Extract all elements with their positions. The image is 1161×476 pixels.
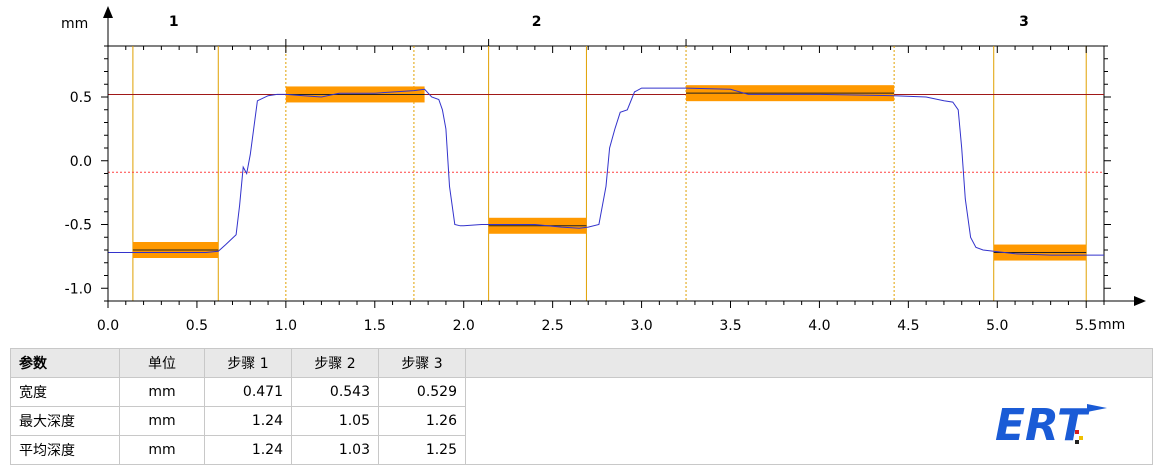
header-unit: 单位 xyxy=(119,348,205,378)
logo-arrow-icon xyxy=(1087,404,1107,412)
x-tick-label: 3.0 xyxy=(630,318,652,334)
x-tick-label: 0.5 xyxy=(186,318,208,334)
profile-chart: 0.0 0.5 1.0 1.5 2.0 2.5 3.0 3.5 4.0 4.5 5.0 5.5 -1.… xyxy=(61,6,1146,334)
y-tick-label: -0.5 xyxy=(65,218,92,234)
row-param-name: 最大深度 xyxy=(10,406,120,436)
x-unit-label: mm xyxy=(1098,317,1125,333)
y-axis-arrow-icon xyxy=(103,6,113,18)
header-step-2: 步骤 2 xyxy=(291,348,379,378)
plot-frame xyxy=(107,45,1105,302)
row-value: 0.471 xyxy=(204,377,292,407)
row-value: 0.529 xyxy=(378,377,466,407)
row-value: 0.543 xyxy=(291,377,379,407)
row-param-name: 平均深度 xyxy=(10,435,120,465)
y-tick-label: 0.0 xyxy=(70,154,92,170)
row-value: 1.24 xyxy=(204,406,292,436)
x-tick-label: 0.0 xyxy=(97,318,119,334)
x-axis: 0.0 0.5 1.0 1.5 2.0 2.5 3.0 3.5 4.0 4.5 5.0 5.5 xyxy=(97,46,1146,334)
profile-series xyxy=(108,87,1104,256)
table-row: 宽度 mm 0.471 0.543 0.529 xyxy=(10,377,1153,407)
fit-bars xyxy=(132,85,1087,261)
header-step-1: 步骤 1 xyxy=(204,348,292,378)
header-step-3: 步骤 3 xyxy=(378,348,466,378)
header-param: 参数 xyxy=(10,348,120,378)
y-tick-label: -1.0 xyxy=(65,281,92,297)
ert-logo: ERT xyxy=(995,400,1107,448)
profile-line xyxy=(108,87,1104,256)
logo-dot-red xyxy=(1075,430,1079,434)
table-row: 平均深度 mm 1.24 1.03 1.25 xyxy=(10,435,1153,465)
step-label: 1 xyxy=(169,14,179,30)
header-filler xyxy=(465,348,1153,378)
y-tick-label: 0.5 xyxy=(70,90,92,106)
x-tick-label: 3.5 xyxy=(719,318,741,334)
section-lines xyxy=(132,39,1087,301)
x-tick-label: 4.0 xyxy=(808,318,830,334)
row-param-name: 宽度 xyxy=(10,377,120,407)
row-value: 1.05 xyxy=(291,406,379,436)
parameters-table: 参数 单位 步骤 1 步骤 2 步骤 3 宽度 mm 0.471 0.543 0… xyxy=(10,348,1153,465)
reference-lines xyxy=(108,93,1104,173)
x-tick-label: 2.5 xyxy=(542,318,564,334)
x-tick-label: 1.0 xyxy=(275,318,297,334)
x-tick-label: 5.0 xyxy=(986,318,1008,334)
row-unit: mm xyxy=(119,435,205,465)
step-labels: 1 2 3 xyxy=(169,14,1029,30)
step-label: 3 xyxy=(1019,14,1029,30)
row-unit: mm xyxy=(119,377,205,407)
row-unit: mm xyxy=(119,406,205,436)
logo-dot-black xyxy=(1075,440,1079,444)
row-value: 1.26 xyxy=(378,406,466,436)
x-axis-arrow-icon xyxy=(1134,296,1146,306)
row-value: 1.24 xyxy=(204,435,292,465)
y-unit-label: mm xyxy=(61,16,88,32)
row-value: 1.25 xyxy=(378,435,466,465)
x-tick-label: 1.5 xyxy=(364,318,386,334)
table-header-row: 参数 单位 步骤 1 步骤 2 步骤 3 xyxy=(10,348,1153,378)
y-axis: -1.0 -0.5 0.0 0.5 xyxy=(65,6,1111,302)
logo-dot-yellow xyxy=(1079,436,1083,440)
row-value: 1.03 xyxy=(291,435,379,465)
x-tick-label: 5.5 xyxy=(1075,318,1097,334)
step-label: 2 xyxy=(532,14,542,30)
x-tick-label: 2.0 xyxy=(453,318,475,334)
table-row: 最大深度 mm 1.24 1.05 1.26 xyxy=(10,406,1153,436)
x-tick-label: 4.5 xyxy=(897,318,919,334)
